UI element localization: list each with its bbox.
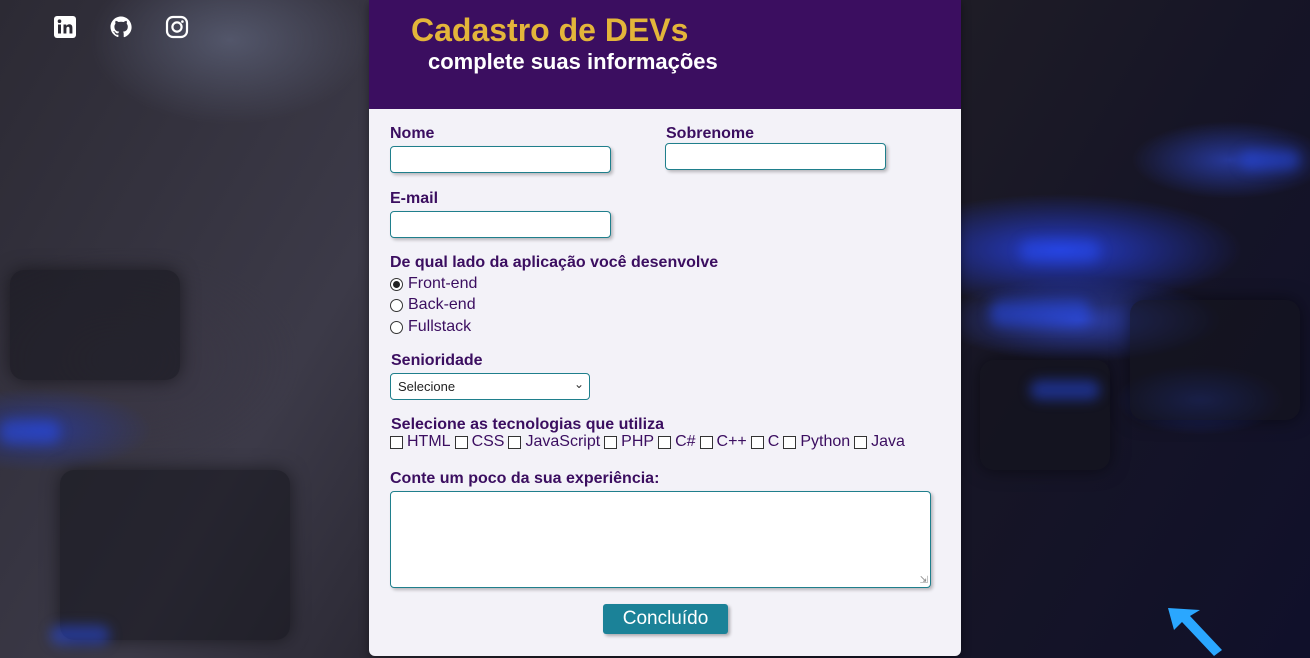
checkbox-label: C++: [716, 433, 747, 450]
checkbox[interactable]: [390, 435, 403, 449]
nome-label: Nome: [390, 125, 435, 142]
social-links: [53, 15, 189, 39]
resize-handle-icon[interactable]: ⇲: [920, 575, 928, 586]
experiencia-textarea[interactable]: ⇲: [390, 491, 931, 588]
checkbox-label: Python: [800, 433, 851, 450]
page-title: Cadastro de DEVs: [411, 12, 689, 48]
arrow-decoration: [1160, 600, 1230, 658]
experiencia-label: Conte um poco da sua experiência:: [390, 470, 660, 487]
checkbox[interactable]: [854, 435, 868, 449]
chevron-down-icon: ⌄: [573, 377, 584, 391]
email-input[interactable]: [390, 211, 611, 238]
tecnologias-label: Selecione as tecnologias que utiliza: [391, 416, 664, 433]
radio-label: Fullstack: [408, 318, 472, 335]
sobrenome-label: Sobrenome: [666, 125, 755, 142]
submit-button[interactable]: Concluído: [603, 604, 728, 634]
radio-button[interactable]: [390, 298, 403, 312]
page-subtitle: complete suas informações: [428, 49, 718, 74]
card-header: Cadastro de DEVs complete suas informaçõ…: [369, 0, 961, 109]
github-icon[interactable]: [109, 15, 133, 39]
instagram-icon[interactable]: [165, 15, 189, 39]
checkbox[interactable]: [750, 435, 764, 449]
email-label: E-mail: [390, 190, 439, 207]
radio-back-end[interactable]: Back-end: [390, 296, 476, 314]
tecnologias-list: HTML CSS JavaScript PHP C# C++ C Python …: [390, 433, 909, 451]
checkbox-c[interactable]: C: [750, 433, 780, 451]
checkbox-label: HTML: [407, 433, 451, 450]
checkbox-cpp[interactable]: C++: [699, 433, 747, 451]
checkbox-php[interactable]: PHP: [604, 433, 654, 451]
radio-button[interactable]: [390, 320, 403, 334]
senioridade-label: Senioridade: [391, 352, 483, 369]
radio-label: Front-end: [408, 275, 478, 292]
checkbox-label: CSS: [471, 433, 505, 450]
checkbox[interactable]: [783, 435, 797, 449]
checkbox-python[interactable]: Python: [783, 433, 850, 451]
checkbox-label: C#: [675, 433, 696, 450]
select-value: Selecione: [398, 379, 456, 394]
checkbox-label: C: [767, 433, 780, 450]
radio-front-end[interactable]: Front-end: [390, 275, 477, 293]
checkbox-label: JavaScript: [525, 433, 601, 450]
checkbox-javascript[interactable]: JavaScript: [508, 433, 600, 451]
lado-label: De qual lado da aplicação você desenvolv…: [390, 254, 719, 271]
registration-card: Cadastro de DEVs complete suas informaçõ…: [369, 0, 961, 656]
checkbox[interactable]: [454, 435, 468, 449]
checkbox[interactable]: [658, 435, 672, 449]
checkbox-label: PHP: [621, 433, 655, 450]
checkbox-html[interactable]: HTML: [390, 433, 451, 451]
sobrenome-input[interactable]: [665, 143, 886, 170]
checkbox-csharp[interactable]: C#: [658, 433, 696, 451]
radio-fullstack[interactable]: Fullstack: [390, 318, 471, 336]
checkbox-java[interactable]: Java: [854, 433, 905, 451]
linkedin-icon[interactable]: [53, 15, 77, 39]
checkbox-css[interactable]: CSS: [454, 433, 505, 451]
nome-input[interactable]: [390, 146, 611, 173]
checkbox[interactable]: [604, 435, 618, 449]
radio-button[interactable]: [390, 277, 403, 291]
checkbox-label: Java: [871, 433, 905, 450]
radio-label: Back-end: [408, 296, 476, 313]
senioridade-select[interactable]: Selecione ⌄: [390, 373, 590, 400]
checkbox[interactable]: [508, 435, 522, 449]
checkbox[interactable]: [699, 435, 713, 449]
